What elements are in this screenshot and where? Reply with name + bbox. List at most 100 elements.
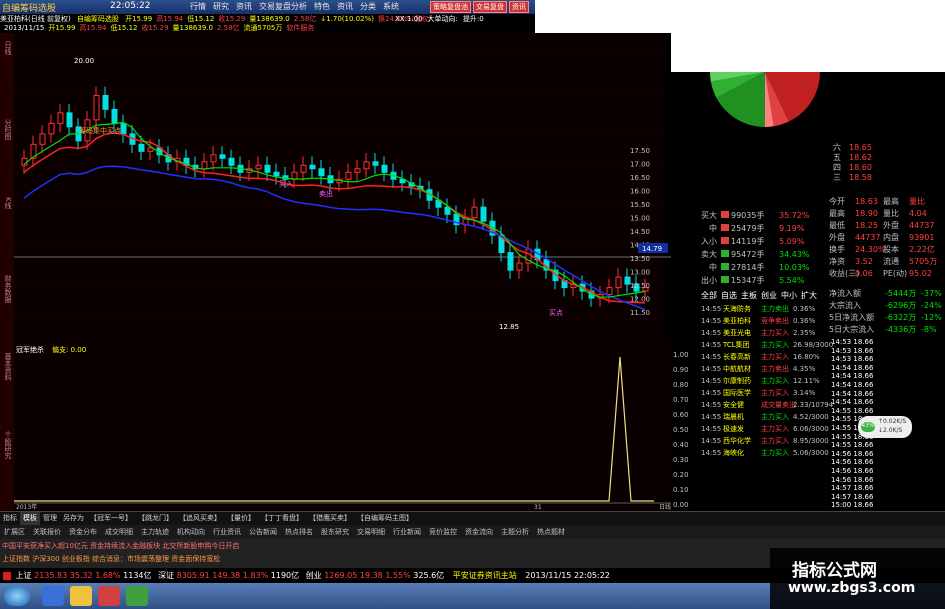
function-tab[interactable]: 关联报价 bbox=[33, 528, 61, 536]
function-tab[interactable]: 机构动向 bbox=[177, 528, 205, 536]
flow-row: 5日大宗流入 -4336万 -8% bbox=[829, 324, 937, 335]
app-icon[interactable] bbox=[98, 586, 120, 606]
alert-row[interactable]: 14:55 海峡化 主力买入 5.06/3000 bbox=[701, 448, 829, 458]
indicator-tab[interactable]: 【追风买卖】 bbox=[176, 512, 224, 525]
stat-row: 换手 24.30%股本 2.22亿 bbox=[829, 244, 937, 255]
function-tab[interactable]: 股东研究 bbox=[321, 528, 349, 536]
stat-cell: 外盘 bbox=[883, 221, 899, 230]
alert-row[interactable]: 14:55 安全健 成交量卖出2.33/10794 bbox=[701, 400, 833, 410]
menu-item[interactable]: 交易复盘分析 bbox=[259, 1, 307, 12]
menu-item[interactable]: 资讯 bbox=[236, 1, 252, 12]
left-tab[interactable]: K线 bbox=[1, 197, 13, 209]
menu-item[interactable]: 行情 bbox=[190, 1, 206, 12]
window-button[interactable]: 策略复盘池 bbox=[430, 1, 471, 13]
kline-chart[interactable]: 20.00 12.85 筹码集中买点 买入 卖出 买点 17.50 17.00 16.50 16.… bbox=[14, 33, 671, 343]
indicator-tab[interactable]: 【量价】 bbox=[224, 512, 258, 525]
alert-value: 4.35% bbox=[793, 365, 816, 373]
alert-name: 极速发 bbox=[723, 425, 744, 433]
left-tab[interactable]: 个股研究 bbox=[1, 431, 13, 459]
indicator-tab[interactable]: 另存为 bbox=[60, 512, 87, 525]
detail-item: 开15.99 bbox=[48, 24, 76, 32]
window-button[interactable]: 资讯 bbox=[509, 1, 529, 13]
sz-pct: 1.83% bbox=[242, 571, 269, 580]
alert-row[interactable]: 14:55 尔康制药 主力买入 12.11% bbox=[701, 376, 820, 386]
quote-tab[interactable]: 创业 bbox=[761, 291, 777, 300]
function-tab[interactable]: 扩展区 bbox=[4, 528, 25, 536]
alert-row[interactable]: 14:55 瑞晨机 主力买入 4.52/3000 bbox=[701, 412, 829, 422]
alert-row[interactable]: 14:55 TCL集团 主力买入 26.98/3000 bbox=[701, 340, 833, 350]
function-tab[interactable]: 资金流向 bbox=[465, 528, 493, 536]
function-tab[interactable]: 行业新闻 bbox=[393, 528, 421, 536]
news-line-2[interactable]: 上证指数 沪深300 创业板指 综合消息：市场震荡整理 资金面保持宽松 bbox=[2, 554, 220, 564]
news-line-1[interactable]: 中国平安获净买入超10亿元 资金持续流入金融板块 北交所新股申购今日开启 bbox=[2, 541, 239, 551]
quote-tab[interactable]: 全部 bbox=[701, 291, 717, 300]
indicator-tab[interactable]: 【冠军一号】 bbox=[87, 512, 135, 525]
function-tab[interactable]: 热点题材 bbox=[537, 528, 565, 536]
alert-row[interactable]: 14:55 极速发 主力买入 6.06/3000 bbox=[701, 424, 829, 434]
folder-icon[interactable] bbox=[70, 586, 92, 606]
alert-time: 14:55 bbox=[701, 425, 722, 433]
menu-item[interactable]: 分类 bbox=[360, 1, 376, 12]
indicator-tab[interactable]: 模板 bbox=[20, 512, 40, 525]
chat-icon[interactable] bbox=[126, 586, 148, 606]
function-tab[interactable]: 行业资讯 bbox=[213, 528, 241, 536]
tick-row: 14:55 18.66 bbox=[831, 441, 874, 450]
indicator-tab[interactable]: 【自编筹码主图】 bbox=[354, 512, 416, 525]
function-tab[interactable]: 交易明细 bbox=[357, 528, 385, 536]
indicator-chart[interactable]: 冠军绝杀 偏支: 0.00 2013年 31 日线 bbox=[14, 343, 671, 511]
function-tab[interactable]: 主题分析 bbox=[501, 528, 529, 536]
alert-row[interactable]: 14:55 国际医学 主力买入 3.14% bbox=[701, 388, 815, 398]
start-orb-icon[interactable] bbox=[4, 586, 30, 606]
indicator-tab[interactable]: 【丁丁看盘】 bbox=[258, 512, 306, 525]
stat-cell: 2.22亿 bbox=[909, 245, 935, 254]
flow-row: 净流入额 -5444万 -37% bbox=[829, 288, 942, 299]
bar-swatch bbox=[721, 211, 729, 218]
function-tab[interactable]: 公告新闻 bbox=[249, 528, 277, 536]
function-tab[interactable]: 竞价监控 bbox=[429, 528, 457, 536]
function-tab[interactable]: 主力轨迹 bbox=[141, 528, 169, 536]
alert-row[interactable]: 14:55 长春高新 主力买入 16.80% bbox=[701, 352, 820, 362]
function-tab[interactable]: 成交明细 bbox=[105, 528, 133, 536]
alert-name: 海峡化 bbox=[723, 449, 744, 457]
buy-annotation: 买入 bbox=[279, 180, 293, 188]
alert-row[interactable]: 14:55 美亚柏科 竞争卖出 0.36% bbox=[701, 316, 815, 326]
indicator-tab[interactable]: 管理 bbox=[40, 512, 60, 525]
window-button[interactable]: 交易复盘 bbox=[473, 1, 507, 13]
left-tab[interactable]: 基本资料 bbox=[1, 353, 13, 381]
stat-cell: 最高 bbox=[829, 209, 845, 218]
speed-badge[interactable]: 43% ↑0.02K/S ↓2.0K/S bbox=[858, 416, 912, 438]
left-tab[interactable]: 分时图 bbox=[1, 119, 13, 140]
quote-tab[interactable]: 扩大 bbox=[801, 291, 817, 300]
menu-item[interactable]: 特色 bbox=[314, 1, 330, 12]
alert-row[interactable]: 14:55 西华化学 主力买入 8.95/3000 bbox=[701, 436, 829, 446]
menu-item[interactable]: 资讯 bbox=[337, 1, 353, 12]
alert-row[interactable]: 14:55 美亚光电 主力买入 2.35% bbox=[701, 328, 815, 338]
info-right-item: XX:1.00 bbox=[395, 15, 423, 23]
ie-icon[interactable] bbox=[42, 586, 64, 606]
indicator-tab[interactable]: 【猎鹰买卖】 bbox=[306, 512, 354, 525]
function-tab[interactable]: 资金分布 bbox=[69, 528, 97, 536]
quote-tab[interactable]: 主板 bbox=[741, 291, 757, 300]
left-tab[interactable]: 日线 bbox=[1, 41, 13, 55]
alert-row[interactable]: 14:55 天海防务 主力卖出 0.36% bbox=[701, 304, 815, 314]
candle bbox=[300, 164, 307, 173]
menu-item[interactable]: 研究 bbox=[213, 1, 229, 12]
alert-row[interactable]: 14:55 中航航材 主力卖出 4.35% bbox=[701, 364, 815, 374]
status-date: 2013/11/15 bbox=[525, 571, 572, 580]
quote-tab[interactable]: 自选 bbox=[721, 291, 737, 300]
flow-pct: -24% bbox=[921, 301, 942, 310]
quote-mid-tabs: 全部 自选 主板 创业 中小 扩大 bbox=[701, 290, 821, 301]
cy-amount: 325.6亿 bbox=[413, 571, 445, 580]
indicator-tab[interactable]: 【跳龙门】 bbox=[135, 512, 176, 525]
order-price: 18.62 bbox=[849, 153, 872, 162]
info-item: 开15.99 bbox=[125, 15, 153, 23]
buysell-row: 出小 15347手 5.54% bbox=[701, 275, 804, 286]
stat-cell: 18.90 bbox=[855, 209, 878, 218]
function-tab[interactable]: 热点排名 bbox=[285, 528, 313, 536]
quote-tab[interactable]: 中小 bbox=[781, 291, 797, 300]
ind-axis-tick: 0.10 bbox=[673, 486, 689, 494]
menu-item[interactable]: 系统 bbox=[383, 1, 399, 12]
stat-cell: 95.02 bbox=[909, 269, 932, 278]
left-tab[interactable]: 财务数据 bbox=[1, 275, 13, 303]
indicator-tab[interactable]: 指标 bbox=[0, 512, 20, 525]
